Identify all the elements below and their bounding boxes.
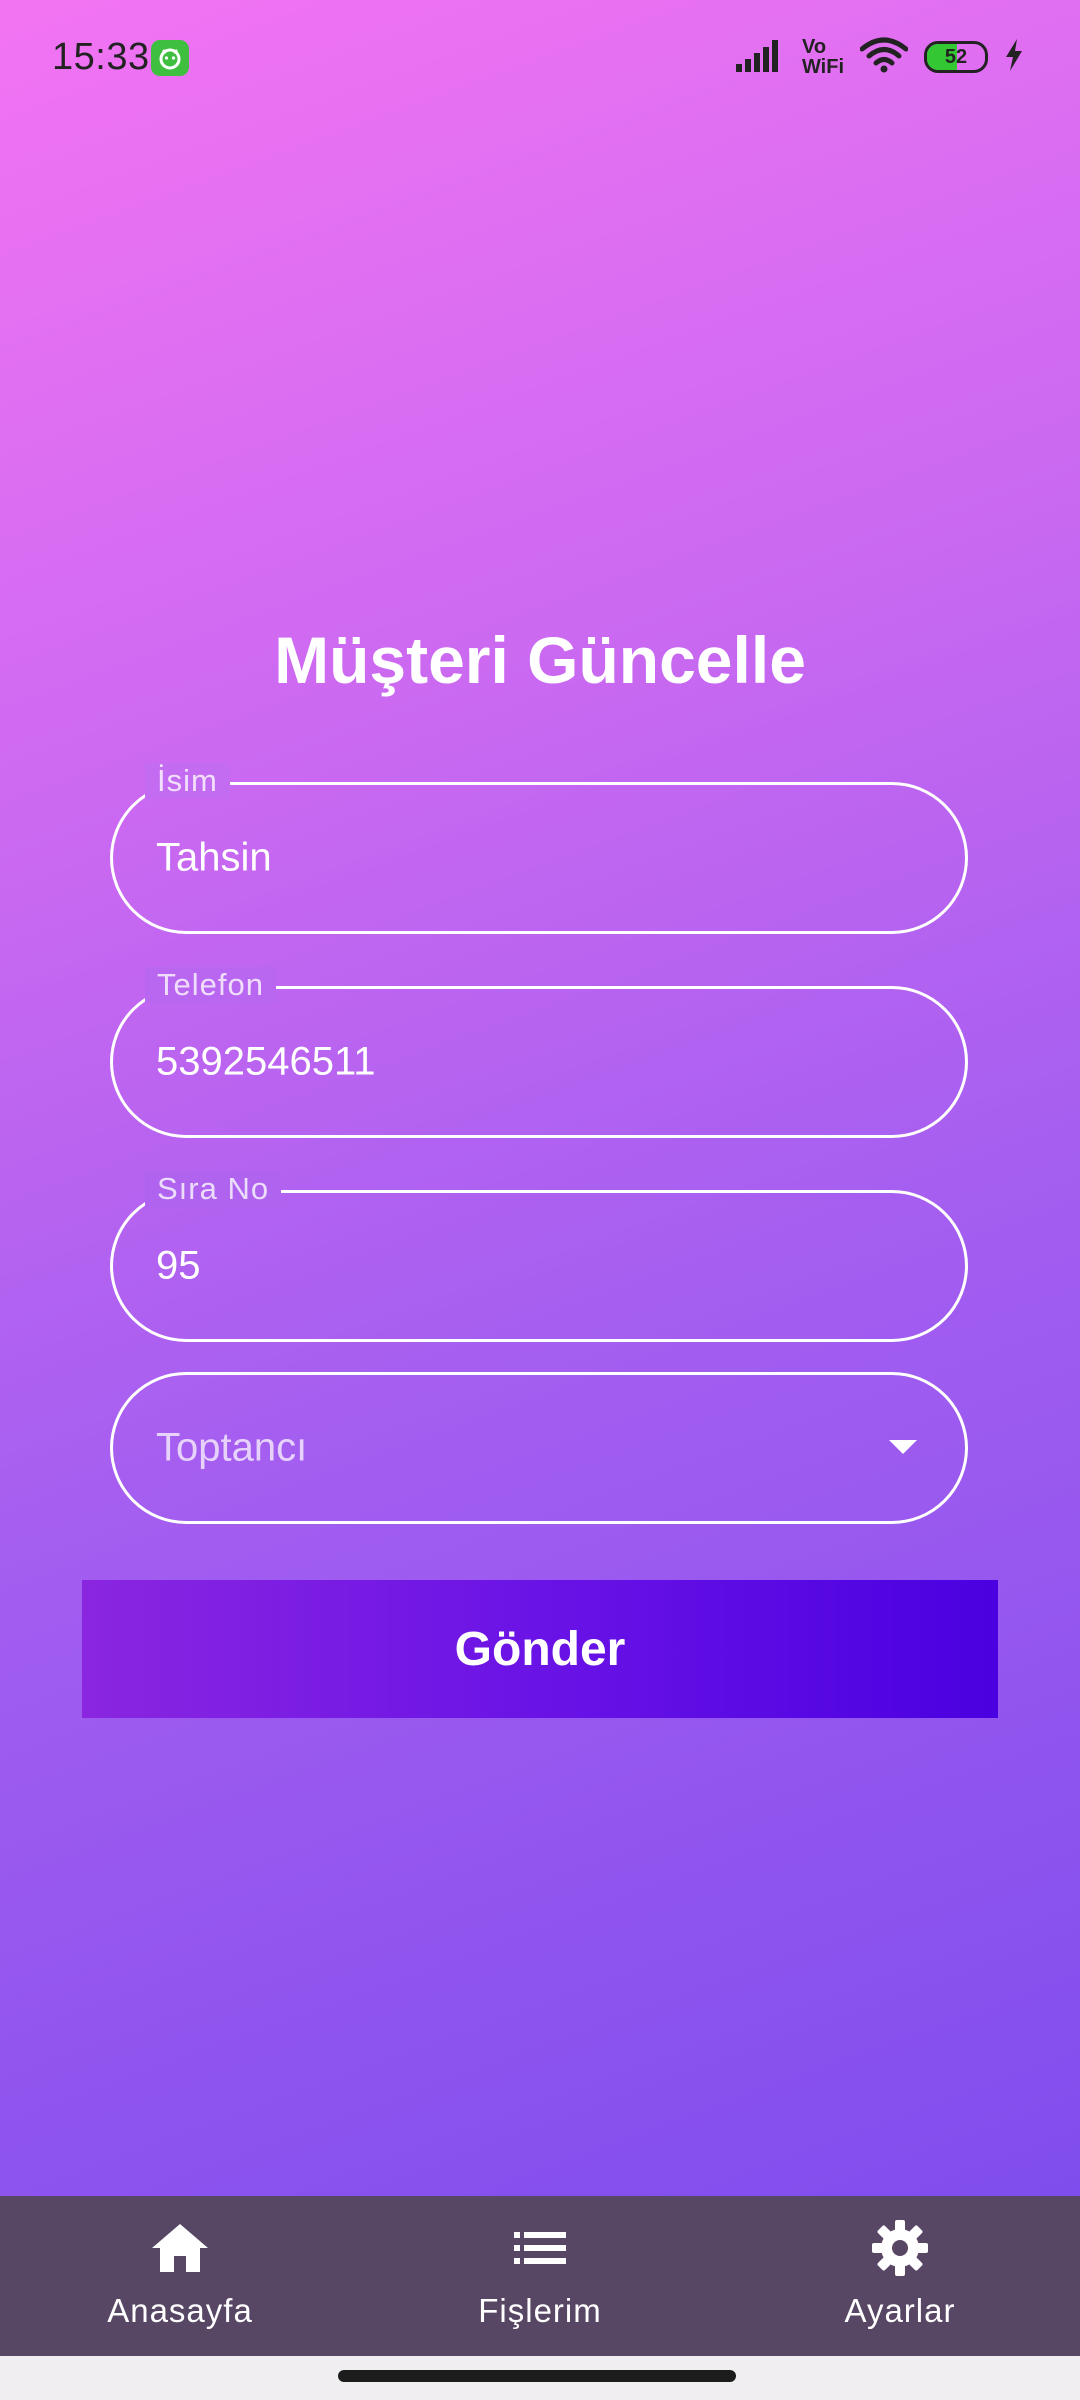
vowifi-line-2: WiFi	[801, 56, 844, 78]
submit-button[interactable]: Gönder	[82, 1580, 998, 1718]
list-icon	[508, 2216, 572, 2280]
phone-field-value[interactable]: 5392546511	[156, 1040, 376, 1085]
gear-icon	[868, 2216, 932, 2280]
home-icon	[148, 2216, 212, 2280]
battery-level: 52	[944, 45, 968, 68]
nav-label-home: Anasayfa	[107, 2292, 253, 2329]
battery-icon: 52	[924, 41, 988, 73]
status-time: 15:33	[52, 36, 150, 78]
vowifi-indicator: Vo WiFi	[802, 37, 844, 77]
name-field[interactable]: İsim Tahsin	[110, 763, 968, 934]
wholesaler-select[interactable]: Toptancı	[110, 1372, 968, 1524]
status-icons: Vo WiFi 52	[735, 32, 1024, 82]
nav-label-receipts: Fişlerim	[478, 2292, 602, 2329]
dropdown-arrow-icon	[889, 1440, 917, 1454]
home-gesture-handle[interactable]	[338, 2370, 736, 2382]
wholesaler-select-placeholder: Toptancı	[156, 1425, 308, 1470]
nav-label-settings: Ayarlar	[844, 2292, 956, 2329]
order-number-field-value[interactable]: 95	[156, 1244, 201, 1289]
status-bar: 15:33 Vo WiFi 52	[0, 0, 1080, 112]
name-field-value[interactable]: Tahsin	[156, 836, 272, 881]
nav-item-home[interactable]: Anasayfa	[0, 2196, 360, 2356]
order-number-field[interactable]: Sıra No 95	[110, 1171, 968, 1342]
nav-item-settings[interactable]: Ayarlar	[720, 2196, 1080, 2356]
phone-field-label: Telefon	[145, 967, 276, 1003]
charging-icon	[1004, 38, 1024, 76]
bottom-navigation: Anasayfa Fişlerim Ayarlar	[0, 2196, 1080, 2356]
submit-button-label: Gönder	[454, 1622, 626, 1676]
notification-app-icon	[151, 40, 189, 76]
order-number-field-label: Sıra No	[145, 1171, 282, 1207]
phone-field[interactable]: Telefon 5392546511	[110, 967, 968, 1138]
wifi-icon	[859, 37, 909, 78]
vowifi-line-1: Vo	[801, 36, 827, 58]
app-screen: 15:33 Vo WiFi 52 Müşteri Güncelle İsim T…	[0, 0, 1080, 2196]
nav-item-receipts[interactable]: Fişlerim	[360, 2196, 720, 2356]
signal-icon	[735, 38, 786, 77]
name-field-label: İsim	[145, 763, 230, 799]
system-gesture-area	[0, 2356, 1080, 2400]
page-title: Müşteri Güncelle	[274, 623, 806, 697]
